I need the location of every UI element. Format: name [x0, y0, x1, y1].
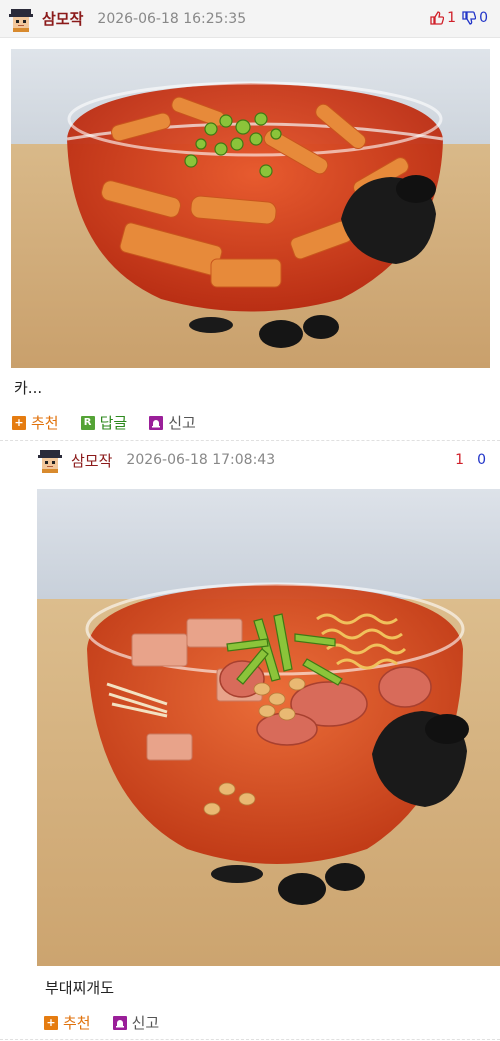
- vote-box: 1 0: [452, 452, 486, 468]
- comment-text: 부대찌개도: [45, 979, 115, 997]
- siren-icon: [112, 1015, 127, 1030]
- plus-icon: +: [12, 415, 26, 430]
- upvote-count: 1: [447, 10, 457, 26]
- downvote-count: 0: [479, 10, 488, 26]
- thumbs-up-icon[interactable]: [430, 11, 445, 25]
- upvote-count[interactable]: 1: [455, 452, 464, 468]
- tteokbokki-photo: [11, 49, 490, 368]
- comment-text: 카...: [14, 379, 43, 397]
- report-label: 신고: [168, 414, 196, 432]
- downvote-count[interactable]: 0: [477, 452, 486, 468]
- vote-box: 1 0: [430, 10, 488, 26]
- comment-datetime: 2026-06-18 17:08:43: [126, 452, 276, 468]
- comment-photo[interactable]: [37, 489, 500, 966]
- siren-icon: [149, 415, 164, 430]
- recommend-button[interactable]: + 추천: [44, 1012, 91, 1033]
- comment-header: 삼모작 2026-06-18 17:08:43 1 0: [0, 441, 500, 479]
- comment-datetime: 2026-06-18 16:25:35: [97, 10, 247, 27]
- report-label: 신고: [131, 1014, 160, 1032]
- reply-button[interactable]: R 답글: [80, 412, 128, 433]
- plus-icon: +: [44, 1015, 58, 1030]
- comment-actions: + 추천 신고: [44, 1012, 181, 1033]
- avatar-icon[interactable]: [8, 5, 34, 32]
- nickname[interactable]: 삼모작: [71, 450, 112, 471]
- comment-actions: + 추천 R 답글 신고: [12, 412, 218, 433]
- comment-photo[interactable]: [11, 49, 490, 368]
- avatar-icon[interactable]: [37, 447, 63, 473]
- reply-label: 답글: [99, 414, 128, 432]
- nickname[interactable]: 삼모작: [42, 8, 83, 29]
- budae-jjigae-photo: [37, 489, 500, 966]
- recommend-label: 추천: [63, 1014, 91, 1032]
- comment-header: 삼모작 2026-06-18 16:25:35 1 0: [0, 0, 500, 38]
- reply-icon: R: [80, 415, 95, 430]
- report-button[interactable]: 신고: [149, 412, 196, 433]
- recommend-label: 추천: [31, 414, 59, 432]
- recommend-button[interactable]: + 추천: [12, 412, 59, 433]
- comment-divider: [0, 1039, 500, 1040]
- thumbs-down-icon[interactable]: [462, 11, 477, 25]
- report-button[interactable]: 신고: [112, 1012, 160, 1033]
